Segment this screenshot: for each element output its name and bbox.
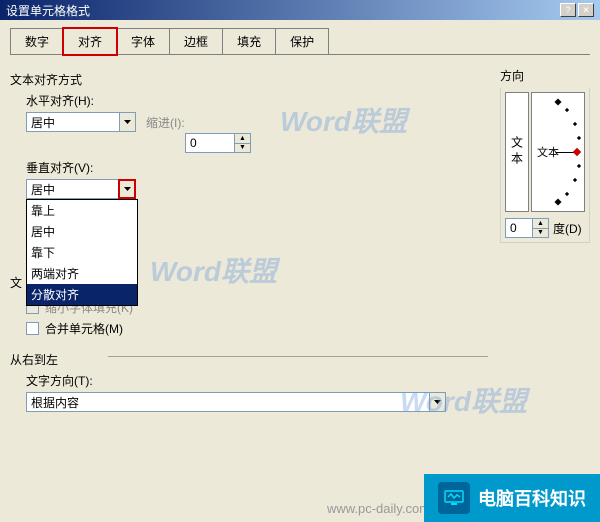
rtl-divider: [108, 356, 488, 357]
titlebar-buttons: ? ✕: [560, 3, 594, 17]
text-dir-value: 根据内容: [27, 394, 429, 411]
chevron-down-icon: [434, 400, 441, 404]
vert-option-center[interactable]: 居中: [27, 221, 137, 242]
orientation-vertical-text[interactable]: 文本: [505, 92, 529, 212]
window-title: 设置单元格格式: [6, 2, 90, 19]
degree-down-btn[interactable]: ▼: [532, 229, 548, 238]
dial-indicator[interactable]: [573, 148, 581, 156]
vert-align-dropdown-list: 靠上 居中 靠下 两端对齐 分散对齐: [26, 199, 138, 306]
dial-dot: [577, 136, 581, 140]
footer-url: www.pc-daily.com: [327, 501, 430, 516]
vert-align-label: 垂直对齐(V):: [26, 159, 490, 176]
merge-checkbox[interactable]: [26, 322, 39, 335]
degree-spinner[interactable]: 0 ▲ ▼: [505, 218, 549, 238]
horiz-align-value: 居中: [27, 114, 119, 131]
dial-dot: [565, 107, 569, 111]
text-control-title: 文: [10, 274, 22, 291]
chevron-down-icon: [124, 120, 131, 124]
dialog-body: 数字 对齐 字体 边框 填充 保护 文本对齐方式 水平对齐(H): 居中: [0, 20, 600, 426]
horiz-align-combo[interactable]: 居中: [26, 112, 136, 132]
dial-dot: [554, 198, 561, 205]
close-button[interactable]: ✕: [578, 3, 594, 17]
tab-font[interactable]: 字体: [116, 28, 170, 54]
tab-protection[interactable]: 保护: [275, 28, 329, 54]
indent-value: 0: [186, 134, 234, 152]
vert-align-value: 居中: [27, 181, 119, 198]
text-dir-label: 文字方向(T):: [26, 372, 490, 389]
footer-brand: 电脑百科知识: [424, 474, 600, 522]
tabs: 数字 对齐 字体 边框 填充 保护: [10, 28, 590, 55]
dial-dot: [577, 164, 581, 168]
indent-up-btn[interactable]: ▲: [234, 134, 250, 144]
tab-alignment[interactable]: 对齐: [63, 28, 117, 55]
degree-label: 度(D): [553, 220, 582, 237]
tab-number[interactable]: 数字: [10, 28, 64, 54]
degree-value: 0: [506, 219, 532, 237]
orientation-dial[interactable]: 文本: [531, 92, 585, 212]
left-panel: 文本对齐方式 水平对齐(H): 居中 缩进(I): 0: [10, 67, 490, 418]
dial-dot: [573, 178, 577, 182]
horiz-align-dropdown-btn[interactable]: [119, 113, 135, 131]
titlebar: 设置单元格格式 ? ✕: [0, 0, 600, 20]
dial-dot: [573, 122, 577, 126]
indent-label: 缩进(I):: [146, 114, 185, 131]
orientation-panel: 方向 文本 文本: [500, 67, 590, 418]
vert-option-justify[interactable]: 两端对齐: [27, 263, 137, 284]
monitor-icon: [438, 482, 470, 514]
indent-spinner[interactable]: 0 ▲ ▼: [185, 133, 251, 153]
tab-border[interactable]: 边框: [169, 28, 223, 54]
indent-down-btn[interactable]: ▼: [234, 144, 250, 153]
merge-check-row: 合并单元格(M): [26, 320, 490, 337]
vert-option-top[interactable]: 靠上: [27, 200, 137, 221]
chevron-down-icon: [124, 187, 131, 191]
dial-line: [556, 152, 574, 153]
tab-fill[interactable]: 填充: [222, 28, 276, 54]
help-button[interactable]: ?: [560, 3, 576, 17]
vert-option-distributed[interactable]: 分散对齐: [27, 284, 137, 305]
vert-align-combo[interactable]: 居中 靠上 居中 靠下 两端对齐 分散对齐: [26, 179, 136, 199]
dial-dot: [565, 192, 569, 196]
degree-up-btn[interactable]: ▲: [532, 219, 548, 229]
footer-brand-text: 电脑百科知识: [478, 485, 586, 511]
vert-align-dropdown-btn[interactable]: [119, 180, 135, 198]
merge-label: 合并单元格(M): [45, 320, 123, 337]
rtl-title: 从右到左: [10, 351, 58, 368]
text-dir-combo[interactable]: 根据内容: [26, 392, 446, 412]
dial-dot: [554, 99, 561, 106]
text-align-title: 文本对齐方式: [10, 71, 82, 88]
horiz-align-label: 水平对齐(H):: [26, 92, 490, 109]
vert-option-bottom[interactable]: 靠下: [27, 242, 137, 263]
text-dir-dropdown-btn[interactable]: [429, 393, 445, 411]
orientation-title: 方向: [500, 67, 590, 84]
